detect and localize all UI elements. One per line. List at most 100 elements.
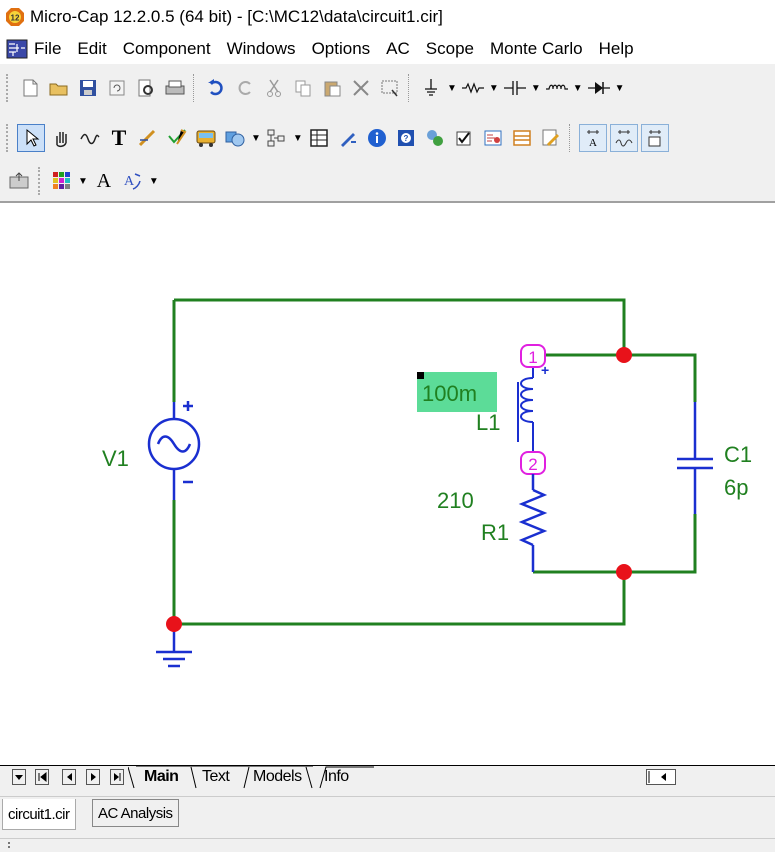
tab-text[interactable]: Text bbox=[202, 768, 230, 788]
previous-tab-button[interactable] bbox=[62, 769, 76, 785]
flag-draw-icon[interactable] bbox=[164, 125, 190, 151]
capacitor-component-icon[interactable] bbox=[502, 75, 528, 101]
chevron-down-icon[interactable]: ▼ bbox=[251, 133, 261, 144]
move-tool-icon[interactable] bbox=[6, 168, 32, 194]
chevron-down-icon[interactable]: ▼ bbox=[573, 83, 583, 94]
chevron-down-icon[interactable]: ▼ bbox=[615, 83, 625, 94]
info-pen-icon[interactable] bbox=[335, 125, 361, 151]
tab-info[interactable]: Info bbox=[324, 768, 349, 788]
micro-cap-app-icon[interactable]: 12 bbox=[6, 8, 24, 26]
table-icon[interactable] bbox=[306, 125, 332, 151]
cut-icon[interactable] bbox=[261, 75, 287, 101]
save-icon[interactable] bbox=[75, 75, 101, 101]
checkbox-icon[interactable] bbox=[451, 125, 477, 151]
help-icon[interactable]: ? bbox=[393, 125, 419, 151]
flowchart-icon[interactable] bbox=[264, 125, 290, 151]
color-palette-icon[interactable] bbox=[49, 168, 75, 194]
tab-main[interactable]: Main bbox=[144, 768, 179, 788]
menu-edit[interactable]: Edit bbox=[77, 39, 106, 59]
toolbar-grip[interactable] bbox=[6, 74, 12, 102]
menu-file[interactable]: File bbox=[34, 39, 61, 59]
doc-tab-ac-analysis[interactable]: AC Analysis bbox=[92, 799, 179, 827]
resistor-component-icon[interactable] bbox=[460, 75, 486, 101]
revert-icon[interactable] bbox=[104, 75, 130, 101]
menu-ac[interactable]: AC bbox=[386, 39, 410, 59]
text-mode-icon[interactable]: T bbox=[106, 125, 132, 151]
paste-icon[interactable] bbox=[319, 75, 345, 101]
menu-monte-carlo[interactable]: Monte Carlo bbox=[490, 39, 583, 59]
last-tab-button[interactable] bbox=[110, 769, 124, 785]
inductor-value-label[interactable]: 100m bbox=[422, 381, 477, 406]
edit-attribute-icon[interactable] bbox=[538, 125, 564, 151]
tab-scroll-menu-button[interactable] bbox=[12, 769, 26, 785]
toolbar-grip[interactable] bbox=[38, 167, 44, 195]
new-file-icon[interactable] bbox=[17, 75, 43, 101]
print-icon[interactable] bbox=[162, 75, 188, 101]
chevron-down-icon[interactable]: ▼ bbox=[78, 176, 88, 187]
delete-icon[interactable] bbox=[348, 75, 374, 101]
shapes-icon[interactable] bbox=[222, 125, 248, 151]
node-dot[interactable] bbox=[616, 564, 632, 580]
open-folder-icon[interactable] bbox=[46, 75, 72, 101]
attribute-wave-icon[interactable] bbox=[609, 124, 638, 152]
line-draw-icon[interactable] bbox=[135, 125, 161, 151]
toolbar-separator bbox=[193, 74, 195, 102]
selection-handle[interactable] bbox=[417, 372, 424, 379]
print-preview-icon[interactable] bbox=[133, 75, 159, 101]
copy-icon[interactable] bbox=[290, 75, 316, 101]
ground-component-icon[interactable] bbox=[418, 75, 444, 101]
bus-icon[interactable] bbox=[193, 125, 219, 151]
chevron-down-icon[interactable]: ▼ bbox=[531, 83, 541, 94]
inductor-l1[interactable] bbox=[517, 367, 534, 452]
schematic-canvas[interactable]: V1 + 1 2 100m L1 210 R1 C1 6p bbox=[0, 201, 775, 767]
v1-label[interactable]: V1 bbox=[102, 446, 129, 471]
node-2-label: 2 bbox=[528, 455, 537, 474]
attribute-node-icon[interactable] bbox=[640, 124, 669, 152]
toolbar-separator bbox=[408, 74, 410, 102]
menu-help[interactable]: Help bbox=[599, 39, 634, 59]
toolbar-separator bbox=[568, 124, 571, 152]
voltage-source-v1[interactable] bbox=[147, 401, 201, 500]
schematic-document-icon[interactable] bbox=[6, 39, 28, 59]
chevron-down-icon[interactable]: ▼ bbox=[293, 133, 303, 144]
svg-text:A: A bbox=[124, 174, 135, 189]
point-to-point-icon[interactable] bbox=[422, 125, 448, 151]
pan-hand-icon[interactable] bbox=[48, 125, 74, 151]
text-style-icon[interactable]: A bbox=[120, 168, 146, 194]
layers-icon[interactable] bbox=[509, 125, 535, 151]
capacitor-c1[interactable] bbox=[677, 402, 713, 514]
first-tab-button[interactable] bbox=[35, 769, 49, 785]
next-tab-button[interactable] bbox=[86, 769, 100, 785]
menu-component[interactable]: Component bbox=[123, 39, 211, 59]
chevron-down-icon[interactable]: ▼ bbox=[489, 83, 499, 94]
resistor-value-label[interactable]: 210 bbox=[437, 488, 474, 513]
capacitor-value-label[interactable]: 6p bbox=[724, 475, 748, 500]
info-icon[interactable] bbox=[364, 125, 390, 151]
inductor-name-label[interactable]: L1 bbox=[476, 410, 500, 435]
redo-icon[interactable] bbox=[232, 75, 258, 101]
select-all-icon[interactable] bbox=[377, 75, 403, 101]
menu-scope[interactable]: Scope bbox=[426, 39, 474, 59]
menu-options[interactable]: Options bbox=[312, 39, 371, 59]
node-dot[interactable] bbox=[166, 616, 182, 632]
select-pointer-icon[interactable] bbox=[17, 124, 45, 152]
horizontal-scrollbar[interactable] bbox=[646, 769, 676, 785]
dialog-icon[interactable] bbox=[480, 125, 506, 151]
doc-tab-circuit[interactable]: circuit1.cir bbox=[2, 799, 76, 830]
undo-icon[interactable] bbox=[203, 75, 229, 101]
attribute-text-icon[interactable]: A bbox=[578, 124, 607, 152]
resistor-r1[interactable] bbox=[518, 474, 548, 572]
schematic-drawing[interactable]: V1 + 1 2 100m L1 210 R1 C1 6p bbox=[0, 203, 775, 767]
chevron-down-icon[interactable]: ▼ bbox=[447, 83, 457, 94]
toolbar-grip[interactable] bbox=[6, 124, 12, 152]
chevron-down-icon[interactable]: ▼ bbox=[149, 176, 159, 187]
menu-windows[interactable]: Windows bbox=[227, 39, 296, 59]
wire-mode-icon[interactable] bbox=[77, 125, 103, 151]
resistor-name-label[interactable]: R1 bbox=[481, 520, 509, 545]
diode-component-icon[interactable] bbox=[586, 75, 612, 101]
node-dot[interactable] bbox=[616, 347, 632, 363]
capacitor-name-label[interactable]: C1 bbox=[724, 442, 752, 467]
tab-models[interactable]: Models bbox=[253, 768, 302, 788]
inductor-component-icon[interactable] bbox=[544, 75, 570, 101]
font-icon[interactable]: A bbox=[91, 168, 117, 194]
